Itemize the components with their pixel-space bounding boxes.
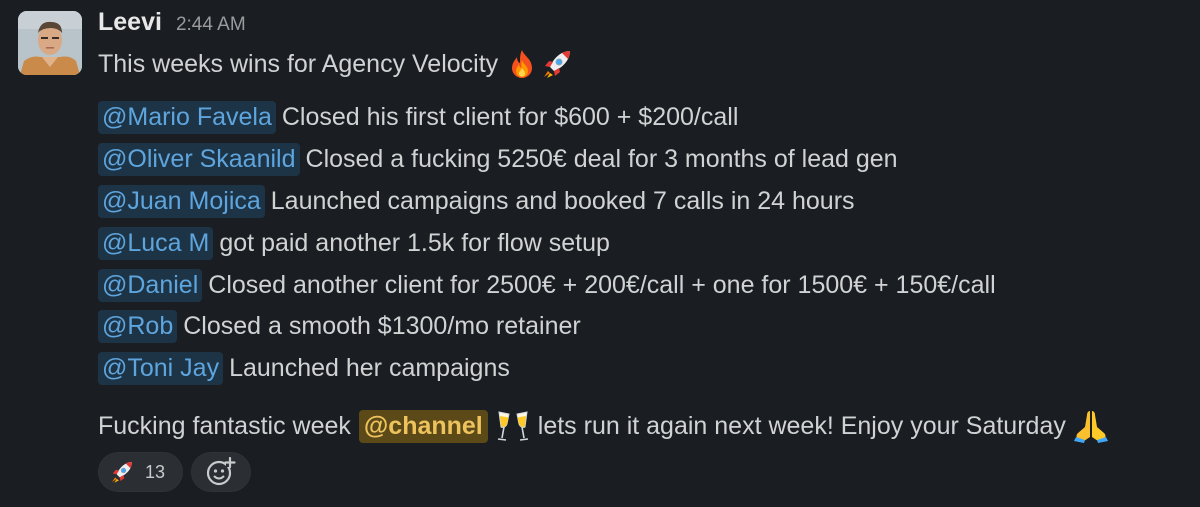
win-text: Closed another client for 2500€ + 200€/c… (208, 270, 996, 299)
outro-line: Fucking fantastic week @channel lets run… (98, 405, 1110, 447)
fire-emoji (506, 48, 538, 80)
win-item: @Mario Favela Closed his first client fo… (98, 97, 738, 137)
channel-mention[interactable]: @channel (358, 409, 488, 443)
timestamp[interactable]: 2:44 AM (176, 14, 246, 36)
user-mention[interactable]: @Oliver Skaanild (98, 142, 300, 176)
intro-line: This weeks wins for Agency Velocity (98, 45, 574, 83)
folded-hands-emoji (1072, 409, 1110, 443)
author-name[interactable]: Leevi (98, 8, 162, 37)
win-text: Launched campaigns and booked 7 calls in… (270, 186, 855, 215)
reactions-bar: 13 (98, 452, 251, 492)
user-mention[interactable]: @Luca M (98, 226, 214, 260)
win-item: @Rob Closed a smooth $1300/mo retainer (98, 306, 581, 346)
win-item: @Oliver Skaanild Closed a fucking 5250€ … (98, 139, 898, 179)
message-container: Leevi 2:44 AM This weeks wins for Agency… (0, 0, 1200, 507)
win-text: Launched her campaigns (229, 353, 510, 382)
user-mention[interactable]: @Daniel (98, 268, 203, 302)
user-mention[interactable]: @Mario Favela (98, 100, 276, 134)
win-text: Closed a smooth $1300/mo retainer (183, 311, 581, 340)
user-mention[interactable]: @Rob (98, 309, 178, 343)
champagne-glasses-emoji (496, 408, 530, 444)
outro-text-before: Fucking fantastic week (98, 411, 351, 440)
add-emoji-icon (206, 457, 236, 487)
message-header: Leevi 2:44 AM (98, 8, 246, 42)
intro-text: This weeks wins for Agency Velocity (98, 49, 499, 78)
win-text: Closed his first client for $600 + $200/… (281, 102, 739, 131)
user-mention[interactable]: @Juan Mojica (98, 184, 265, 218)
win-text: got paid another 1.5k for flow setup (219, 228, 610, 257)
rocket-emoji (540, 47, 574, 81)
avatar[interactable] (18, 11, 82, 75)
reaction-count: 13 (145, 461, 166, 482)
win-item: @Luca M got paid another 1.5k for flow s… (98, 223, 610, 263)
win-item: @Toni Jay Launched her campaigns (98, 348, 510, 388)
rocket-emoji (109, 459, 135, 485)
reaction-pill[interactable]: 13 (98, 452, 183, 492)
win-item: @Daniel Closed another client for 2500€ … (98, 265, 996, 305)
win-item: @Juan Mojica Launched campaigns and book… (98, 181, 855, 221)
win-text: Closed a fucking 5250€ deal for 3 months… (305, 144, 898, 173)
avatar-image (18, 11, 82, 75)
outro-text-after: lets run it again next week! Enjoy your … (537, 411, 1066, 440)
user-mention[interactable]: @Toni Jay (98, 351, 224, 385)
add-reaction-button[interactable] (191, 452, 251, 492)
